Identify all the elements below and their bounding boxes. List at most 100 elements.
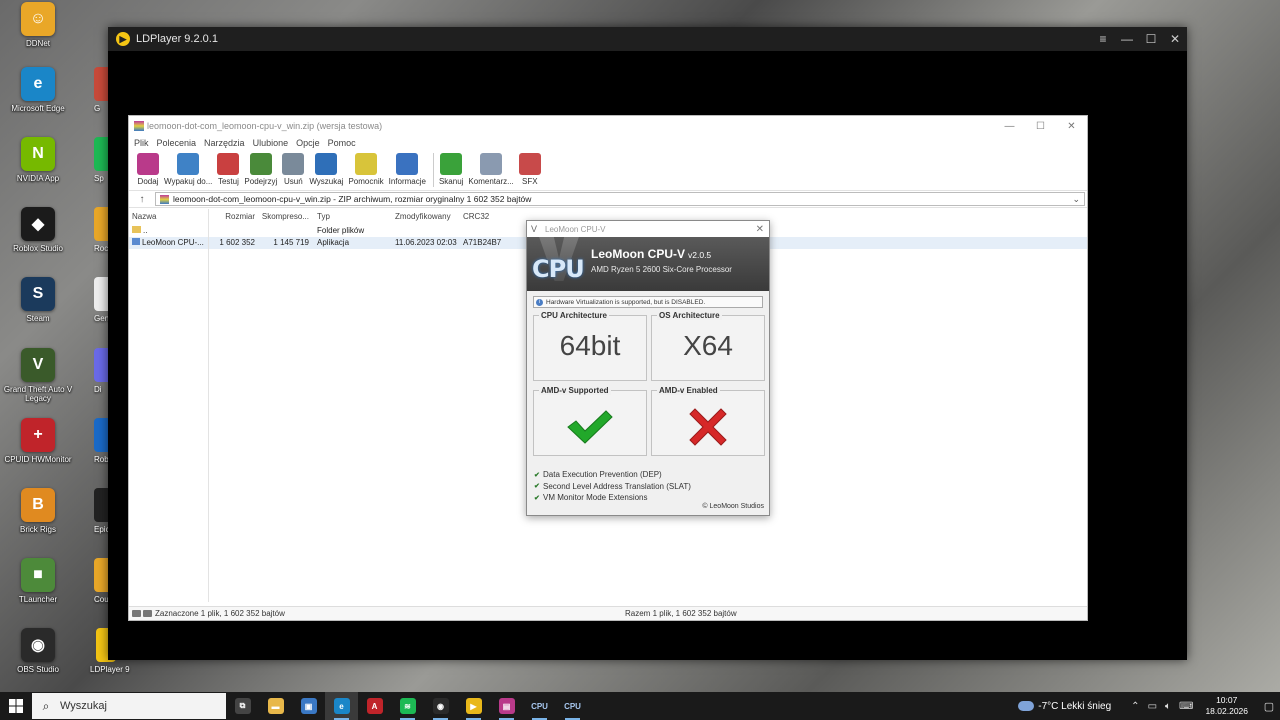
app-icon (94, 348, 108, 382)
column-header-modified[interactable]: Zmodyfikowany (393, 209, 461, 225)
address-field[interactable]: leomoon-dot-com_leomoon-cpu-v_win.zip - … (155, 192, 1085, 206)
desktop-icon-label: CPUID HWMonitor (4, 455, 72, 464)
toolbar-button[interactable]: Skanuj (439, 150, 463, 186)
toolbar-label: Testuj (217, 177, 239, 186)
taskbar-cpuv-2-button[interactable]: CPU (556, 692, 589, 720)
notification-icon[interactable]: ▢ (1258, 700, 1280, 713)
keyboard-icon[interactable]: ⌨ (1179, 701, 1193, 712)
winrar-minimize-button[interactable]: — (994, 121, 1025, 132)
list-item-parent[interactable]: .. (129, 225, 208, 237)
desktop-icon[interactable]: ■ TLauncher (0, 558, 76, 624)
menu-item[interactable]: Narzędzia (204, 138, 245, 148)
toolbar-button[interactable]: Komentarz... (468, 150, 514, 186)
feature-item: ✔ Data Execution Prevention (DEP) (534, 469, 769, 481)
status-total: Razem 1 plik, 1 602 352 bajtów (625, 609, 737, 618)
toolbar-button[interactable]: Dodaj (137, 150, 159, 186)
obs-icon: ◉ (432, 698, 449, 714)
app-icon: ☺ (21, 2, 55, 36)
list-item-file[interactable]: LeoMoon CPU-... (129, 237, 208, 249)
app-icon: ◉ (21, 628, 55, 662)
taskbar-file-explorer-button[interactable]: ▬ (259, 692, 292, 720)
desktop-icon[interactable]: S Steam (0, 277, 76, 343)
toolbar-button[interactable]: Pomocnik (348, 150, 384, 186)
search-box[interactable]: ⌕ Wyszukaj (32, 693, 226, 719)
cpuv-banner: CPU LeoMoon CPU-V v2.0.5 AMD Ryzen 5 2600… (527, 237, 769, 291)
toolbar-icon (440, 153, 463, 175)
weather-widget[interactable]: -7°C Lekki śnieg (1018, 701, 1111, 712)
ldplayer-close-button[interactable]: ✕ (1163, 32, 1187, 46)
column-header-size[interactable]: Rozmiar (209, 209, 259, 225)
toolbar-button[interactable]: Usuń (282, 150, 305, 186)
cell-type: Aplikacja (317, 238, 350, 247)
column-header-name[interactable]: Nazwa (129, 209, 208, 225)
cpuv-dialog: V LeoMoon CPU-V ✕ CPU LeoMoon CPU-V v2.0.… (526, 220, 770, 516)
winrar-titlebar[interactable]: leomoon-dot-com_leomoon-cpu-v_win.zip (w… (129, 116, 1087, 136)
green-check-icon (567, 410, 613, 444)
status-selected: Zaznaczone 1 plik, 1 602 352 bajtów (155, 609, 285, 618)
taskbar-obs-button[interactable]: ◉ (424, 692, 457, 720)
affinity-icon: A (366, 698, 383, 714)
toolbar-label: SFX (522, 177, 538, 186)
toolbar-button[interactable]: Wypakuj do... (164, 150, 212, 186)
app-icon (94, 418, 108, 452)
up-arrow-icon[interactable]: ↑ (129, 194, 155, 205)
desktop-icon[interactable]: N NVIDIA App (0, 137, 76, 203)
checkmark-icon: ✔ (534, 494, 540, 502)
app-icon: N (21, 137, 55, 171)
checkmark-icon: ✔ (534, 483, 540, 491)
cell-modified (393, 225, 461, 237)
desktop-icon[interactable]: + CPUID HWMonitor (0, 418, 76, 484)
taskbar-task-view-button[interactable]: ⧉ (226, 692, 259, 720)
volume-icon[interactable]: 🔈︎ (1165, 701, 1171, 712)
menu-item[interactable]: Pomoc (328, 138, 356, 148)
taskbar-spotify-button[interactable]: ≋ (391, 692, 424, 720)
clock[interactable]: 10:07 18.02.2026 (1205, 695, 1248, 717)
ldplayer-menu-button[interactable]: ≡ (1091, 32, 1115, 46)
chevron-down-icon[interactable]: ⌄ (1072, 194, 1084, 205)
feature-label: VM Monitor Mode Extensions (543, 493, 648, 503)
cpuv-titlebar[interactable]: V LeoMoon CPU-V ✕ (527, 221, 769, 237)
menu-item[interactable]: Ulubione (253, 138, 289, 148)
menu-item[interactable]: Plik (134, 138, 149, 148)
toolbar-button[interactable]: Testuj (217, 150, 240, 186)
toolbar-icon (249, 153, 272, 175)
ldplayer-maximize-button[interactable]: ☐ (1139, 32, 1163, 46)
taskbar-cpuv-1-button[interactable]: CPU (523, 692, 556, 720)
winrar-maximize-button[interactable]: ☐ (1025, 121, 1056, 132)
winrar-toolbar: Dodaj Wypakuj do... Testuj Podejrzyj Usuń Wys… (129, 150, 1087, 190)
toolbar-button[interactable]: Informacje (389, 150, 426, 186)
column-header-crc[interactable]: CRC32 (461, 209, 511, 225)
clock-time: 10:07 (1216, 695, 1238, 705)
desktop-icon[interactable]: B Brick Rigs (0, 488, 76, 554)
menu-item[interactable]: Opcje (296, 138, 320, 148)
winrar-close-button[interactable]: ✕ (1056, 121, 1087, 132)
toolbar-button[interactable]: SFX (518, 150, 541, 186)
taskbar-ldplayer-button[interactable]: ▶ (457, 692, 490, 720)
cpuv-close-button[interactable]: ✕ (756, 224, 769, 235)
copyright: © LeoMoon Studios (702, 503, 764, 510)
desktop-icon[interactable]: ◆ Roblox Studio (0, 207, 76, 273)
desktop-icon[interactable]: ☺ DDNet (0, 2, 76, 68)
taskbar-affinity-button[interactable]: A (358, 692, 391, 720)
taskbar-edge-button[interactable]: e (325, 692, 358, 720)
taskbar-winrar-button[interactable]: ▤ (490, 692, 523, 720)
cpu-architecture-title: CPU Architecture (539, 311, 609, 320)
column-header-type[interactable]: Typ (313, 209, 393, 225)
winrar-app-icon (134, 121, 144, 131)
taskbar-store-button[interactable]: ▣ (292, 692, 325, 720)
desktop-icon[interactable]: ◉ OBS Studio (0, 628, 76, 692)
ldplayer-minimize-button[interactable]: — (1115, 32, 1139, 46)
ldplayer-screen[interactable]: leomoon-dot-com_leomoon-cpu-v_win.zip (w… (108, 51, 1187, 660)
ldplayer-titlebar[interactable]: ▶ LDPlayer 9.2.0.1 ≡ — ☐ ✕ (108, 27, 1187, 51)
cpu-architecture-value: 64bit (559, 330, 621, 361)
toolbar-icon (518, 153, 541, 175)
toolbar-button[interactable]: Podejrzyj (244, 150, 277, 186)
chevron-up-icon[interactable]: ⌃ (1131, 701, 1139, 712)
toolbar-button[interactable]: Wyszukaj (309, 150, 343, 186)
desktop-icon[interactable]: V Grand Theft Auto V Legacy (0, 348, 76, 414)
desktop-icon[interactable]: e Microsoft Edge (0, 67, 76, 133)
start-button[interactable] (0, 692, 32, 720)
menu-item[interactable]: Polecenia (157, 138, 197, 148)
column-header-packed[interactable]: Skompreso... (259, 209, 313, 225)
network-icon[interactable]: ▭ (1148, 701, 1157, 712)
